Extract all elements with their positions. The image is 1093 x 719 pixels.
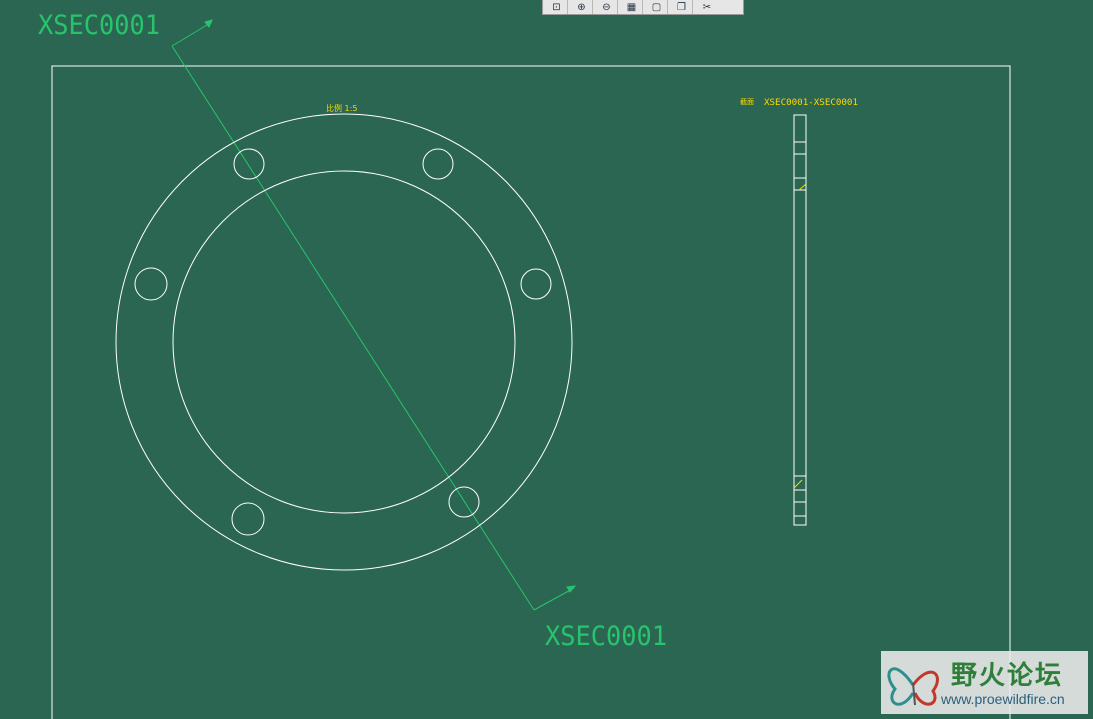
section-view[interactable] [793,114,807,526]
bolt-hole [134,267,168,301]
butterfly-logo-icon [887,667,939,706]
copy-sheet-icon[interactable]: ❐ [671,0,693,14]
new-sheet-icon[interactable]: ▢ [646,0,668,14]
zoom-fit-icon[interactable]: ⊡ [546,0,568,14]
section-hatch-marks [793,183,807,489]
zoom-in-icon[interactable]: ⊕ [571,0,593,14]
forum-watermark: 野火论坛 www.proewildfire.cn [881,651,1088,714]
watermark-url: www.proewildfire.cn [941,691,1065,707]
tools-icon[interactable]: ✂ [696,0,718,14]
flange-outer-circle [115,113,573,571]
flange-front-view[interactable] [115,113,573,571]
sheet-border [51,65,1011,719]
bolt-hole [422,148,454,180]
section-name-top[interactable]: XSEC0001 [38,10,160,41]
bolt-hole [233,148,265,180]
section-view-label-prefix: 截面 [740,97,754,106]
section-name-bottom[interactable]: XSEC0001 [545,621,667,652]
bolt-hole [520,268,552,300]
scale-label[interactable]: 比例 1:5 [326,103,357,113]
watermark-title: 野火论坛 [951,661,1064,691]
repaint-icon[interactable]: ▦ [621,0,643,14]
view-toolbar: ⊡ ⊕ ⊖ ▦ ▢ ❐ ✂ [542,0,744,15]
bolt-hole [231,502,265,536]
section-profile [793,114,807,526]
bolt-hole [448,486,480,518]
section-view-label[interactable]: XSEC0001-XSEC0001 [764,98,858,108]
zoom-out-icon[interactable]: ⊖ [596,0,618,14]
drawing-canvas[interactable]: XSEC0001 XSEC0001 比例 1:5 截面 XSEC0001-XSE… [0,0,1093,719]
flange-inner-circle [172,170,516,514]
